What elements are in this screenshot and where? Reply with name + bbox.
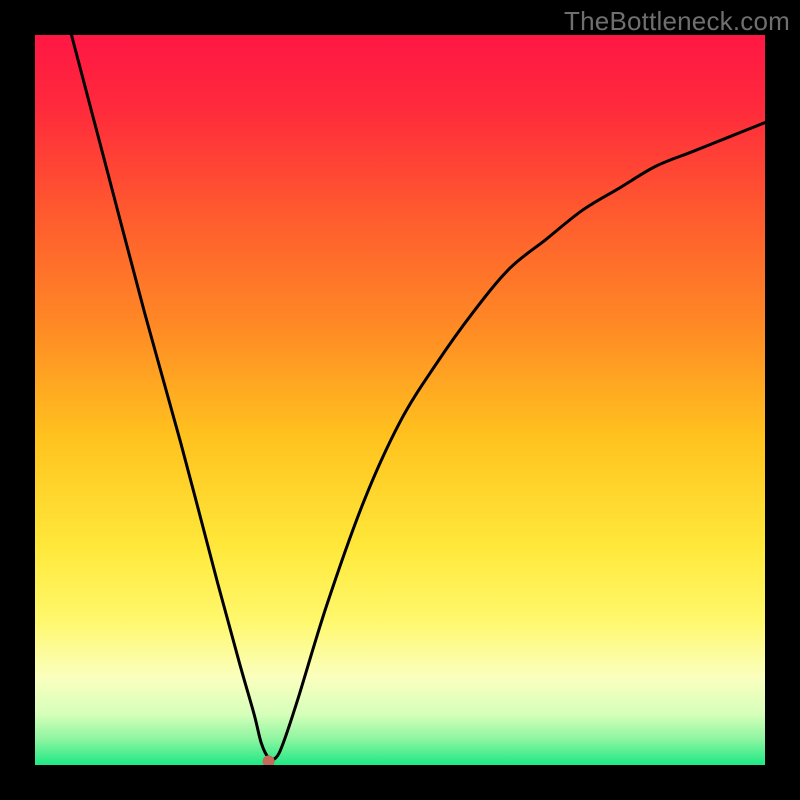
plot-svg [35,35,765,765]
plot-area [35,35,765,765]
chart-frame: TheBottleneck.com [0,0,800,800]
gradient-bg [35,35,765,765]
watermark-text: TheBottleneck.com [564,6,790,37]
